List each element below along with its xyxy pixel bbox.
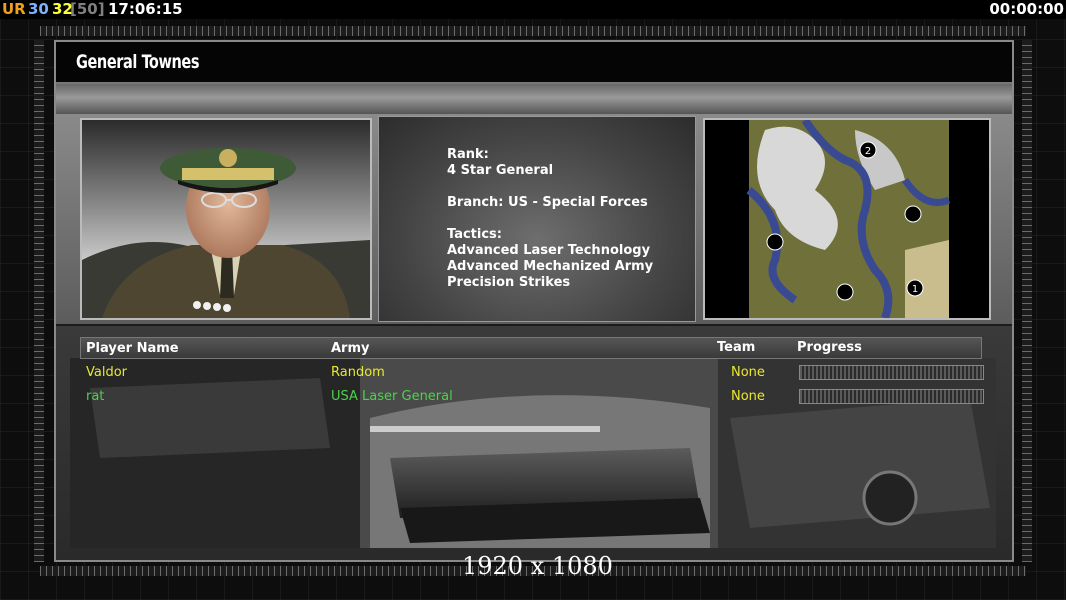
left-ruler (34, 40, 44, 562)
player-army: Random (331, 365, 385, 380)
player-army: USA Laser General (331, 389, 453, 404)
tank-artwork (70, 358, 996, 548)
player-team: None (731, 389, 765, 404)
fps-limit: [50] (70, 0, 105, 18)
tactics-label: Tactics: (447, 227, 502, 242)
right-ruler (1022, 40, 1032, 562)
resolution-label: 1920 x 1080 (462, 552, 613, 580)
tactic-item: Advanced Mechanized Army (447, 259, 654, 274)
player-team: None (731, 365, 765, 380)
decorative-band (56, 84, 1012, 114)
column-progress: Progress (797, 340, 862, 355)
start-position-2: 2 (865, 146, 871, 157)
progress-bar (799, 365, 984, 380)
tactic-item: Advanced Laser Technology (447, 243, 651, 258)
progress-bar (799, 389, 984, 404)
status-bar: UR 30 32 [50] 17:06:15 00:00:00 (0, 0, 1066, 19)
player-name: rat (86, 389, 105, 404)
column-army: Army (331, 341, 370, 356)
start-position-1: 1 (912, 284, 918, 295)
column-player-name: Player Name (86, 341, 179, 356)
ur-value: 30 (28, 0, 49, 18)
title-bar: General Townes (56, 42, 1012, 84)
branch-text: Branch: US - Special Forces (447, 195, 648, 210)
ur-label: UR (2, 0, 26, 18)
player-name: Valdor (86, 365, 128, 380)
rank-value: 4 Star General (447, 163, 554, 178)
column-team: Team (717, 340, 756, 355)
general-title: General Townes (76, 51, 200, 73)
rank-label: Rank: (447, 147, 489, 162)
general-info-text: Rank: 4 Star General Branch: US - Specia… (447, 147, 653, 291)
game-timer: 00:00:00 (989, 0, 1064, 18)
clock: 17:06:15 (108, 0, 183, 18)
tactic-item: Precision Strikes (447, 275, 571, 290)
general-portrait (80, 118, 372, 320)
minimap: 2 1 (703, 118, 991, 320)
top-ruler (40, 26, 1026, 36)
